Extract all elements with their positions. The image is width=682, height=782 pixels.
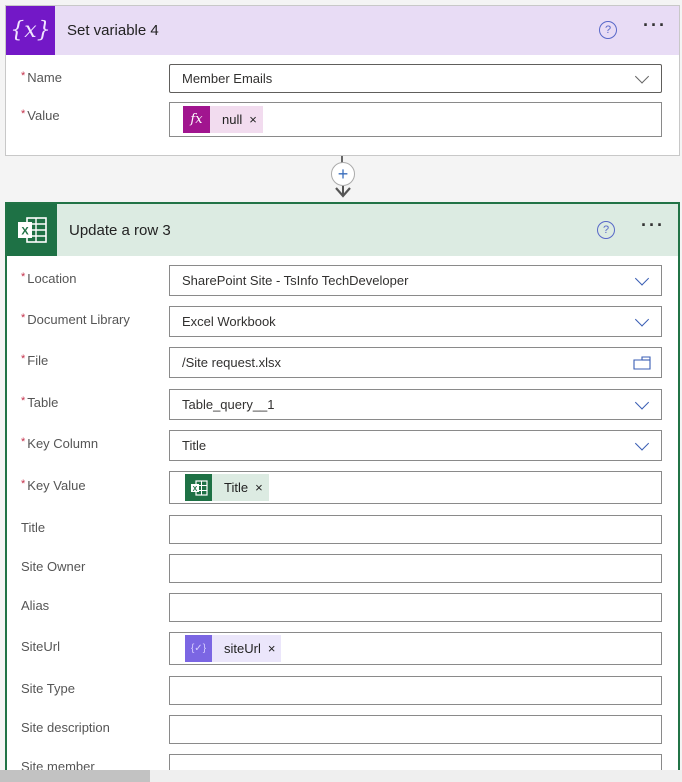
value-label: * Value [21, 108, 60, 123]
chevron-down-icon[interactable] [634, 435, 650, 451]
required-marker: * [21, 311, 26, 324]
more-options-icon[interactable]: ··· [641, 215, 665, 236]
key-column-label-text: Key Column [27, 435, 99, 451]
svg-text:X: X [192, 486, 197, 493]
variable-icon: {✓} [185, 635, 212, 662]
siteurl-label: SiteUrl [21, 639, 60, 654]
arrow-down-icon [335, 186, 351, 198]
help-icon[interactable]: ? [599, 21, 617, 39]
value-input[interactable]: fx null × [169, 102, 662, 137]
null-token[interactable]: fx null × [183, 106, 263, 133]
key-value-label: * Key Value [21, 478, 86, 493]
file-label-text: File [27, 352, 49, 368]
siteurl-input[interactable]: {✓} siteUrl × [169, 632, 662, 665]
file-file-picker[interactable]: /Site request.xlsx [169, 347, 662, 378]
title-input[interactable] [169, 515, 662, 544]
document-library-label-text: Document Library [27, 311, 130, 327]
site-type-label: Site Type [21, 681, 75, 696]
chevron-down-icon[interactable] [634, 394, 650, 410]
site-description-label-text: Site description [21, 719, 110, 735]
name-value: Member Emails [182, 71, 273, 86]
file-value: /Site request.xlsx [182, 355, 281, 370]
set-variable-header[interactable]: {x} Set variable 4 ? ··· [6, 6, 679, 55]
location-value: SharePoint Site - TsInfo TechDeveloper [182, 273, 409, 288]
document-library-label: * Document Library [21, 312, 130, 327]
alias-label-text: Alias [21, 597, 50, 613]
key-column-dropdown[interactable]: Title [169, 430, 662, 461]
key-column-value: Title [182, 438, 207, 453]
table-value: Table_query__1 [182, 397, 275, 412]
required-marker: * [21, 435, 26, 448]
siteurl-label-text: SiteUrl [21, 638, 61, 654]
site-type-label-text: Site Type [21, 680, 75, 696]
location-dropdown[interactable]: SharePoint Site - TsInfo TechDeveloper [169, 265, 662, 296]
key-column-label: * Key Column [21, 436, 98, 451]
table-label-text: Table [27, 394, 59, 410]
flow-designer-canvas: {x} Set variable 4 ? ··· * Name Member Em… [0, 0, 682, 782]
chevron-down-icon[interactable] [634, 68, 650, 84]
excel-icon: X [7, 204, 57, 256]
folder-icon[interactable] [633, 355, 651, 370]
site-type-input[interactable] [169, 676, 662, 705]
alias-input[interactable] [169, 593, 662, 622]
token-label: Title [224, 480, 249, 495]
location-label: * Location [21, 271, 76, 286]
token-label: siteUrl [224, 641, 261, 656]
required-marker: * [21, 270, 26, 283]
title-token[interactable]: X Title × [185, 474, 269, 501]
site-owner-label: Site Owner [21, 559, 85, 574]
remove-token-icon[interactable]: × [268, 635, 282, 662]
help-icon[interactable]: ? [597, 221, 615, 239]
name-dropdown[interactable]: Member Emails [169, 64, 662, 93]
set-variable-title[interactable]: Set variable 4 [67, 22, 159, 39]
key-value-label-text: Key Value [27, 477, 86, 493]
scrollbar-thumb[interactable] [0, 770, 150, 782]
siteurl-token[interactable]: {✓} siteUrl × [185, 635, 282, 662]
name-label-text: Name [27, 70, 62, 85]
remove-token-icon[interactable]: × [255, 474, 269, 501]
document-library-value: Excel Workbook [182, 314, 276, 329]
insert-step-button[interactable]: + [331, 162, 355, 186]
alias-label: Alias [21, 598, 49, 613]
site-owner-label-text: Site Owner [21, 558, 86, 574]
variable-icon-glyph: {x} [10, 18, 51, 43]
table-dropdown[interactable]: Table_query__1 [169, 389, 662, 420]
title-label-text: Title [21, 519, 46, 535]
chevron-down-icon[interactable] [634, 311, 650, 327]
name-label: * Name [21, 70, 62, 85]
required-marker: * [21, 394, 26, 407]
required-marker: * [21, 108, 26, 120]
excel-icon: X [185, 474, 212, 501]
key-value-input[interactable]: X Title × [169, 471, 662, 504]
token-label: null [222, 112, 243, 127]
title-label: Title [21, 520, 45, 535]
file-label: * File [21, 353, 48, 368]
required-marker: * [21, 477, 26, 490]
update-row-header[interactable]: X Update a row 3 ? ··· [7, 204, 678, 256]
required-marker: * [21, 70, 26, 82]
fx-icon: fx [183, 106, 210, 133]
required-marker: * [21, 352, 26, 365]
update-row-title[interactable]: Update a row 3 [69, 222, 171, 239]
value-label-text: Value [27, 108, 60, 123]
horizontal-scrollbar[interactable] [0, 770, 682, 782]
more-options-icon[interactable]: ··· [643, 15, 667, 36]
site-description-input[interactable] [169, 715, 662, 744]
remove-token-icon[interactable]: × [249, 106, 263, 133]
chevron-down-icon[interactable] [634, 270, 650, 286]
document-library-dropdown[interactable]: Excel Workbook [169, 306, 662, 337]
site-owner-input[interactable] [169, 554, 662, 583]
variable-icon: {x} [6, 6, 55, 55]
svg-text:X: X [21, 226, 29, 238]
site-description-label: Site description [21, 720, 110, 735]
table-label: * Table [21, 395, 58, 410]
plus-icon: + [337, 164, 349, 184]
location-label-text: Location [27, 270, 77, 286]
